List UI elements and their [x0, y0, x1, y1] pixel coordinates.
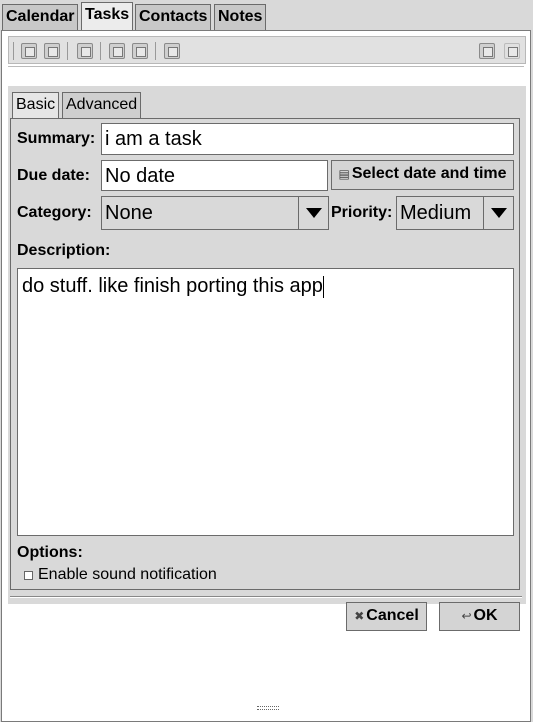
- priority-select[interactable]: Medium: [396, 196, 514, 230]
- calendar-icon: ▤: [338, 167, 350, 181]
- ok-button-label: OK: [473, 607, 498, 624]
- redo-icon[interactable]: [132, 43, 148, 59]
- chevron-down-icon: [491, 208, 507, 218]
- resize-grip[interactable]: [257, 706, 279, 710]
- divider: [10, 596, 522, 598]
- cancel-button[interactable]: ✖ Cancel: [346, 602, 427, 631]
- edit-task-icon[interactable]: [44, 43, 60, 59]
- description-textarea[interactable]: do stuff. like finish porting this app: [17, 268, 514, 536]
- tab-tasks[interactable]: Tasks: [81, 2, 134, 30]
- toolbar-separator: [67, 42, 68, 60]
- description-text: do stuff. like finish porting this app: [22, 275, 323, 297]
- tab-basic[interactable]: Basic: [12, 92, 60, 118]
- priority-value: Medium: [400, 202, 472, 224]
- tab-calendar[interactable]: Calendar: [2, 4, 79, 30]
- summary-input[interactable]: i am a task: [101, 123, 514, 155]
- priority-dropdown-arrow[interactable]: [483, 197, 513, 229]
- export-icon[interactable]: [164, 43, 180, 59]
- chevron-down-icon: [306, 208, 322, 218]
- toolbar-separator: [13, 42, 14, 60]
- cancel-icon: ✖: [354, 609, 365, 623]
- category-dropdown-arrow[interactable]: [298, 197, 328, 229]
- undo-icon[interactable]: [109, 43, 125, 59]
- ok-button[interactable]: ↩ OK: [439, 602, 520, 631]
- task-list-header: [8, 66, 524, 86]
- cancel-button-label: Cancel: [366, 607, 419, 624]
- tab-contacts[interactable]: Contacts: [135, 4, 212, 30]
- new-task-icon[interactable]: [21, 43, 37, 59]
- ok-icon: ↩: [461, 609, 472, 623]
- toolbar-separator: [100, 42, 101, 60]
- delete-task-icon[interactable]: [77, 43, 93, 59]
- category-value: None: [105, 202, 153, 224]
- due-date-input[interactable]: No date: [101, 160, 328, 191]
- category-select[interactable]: None: [101, 196, 329, 230]
- select-date-button-label: Select date and time: [351, 165, 507, 182]
- tab-notes[interactable]: Notes: [214, 4, 267, 30]
- toolbar-separator: [155, 42, 156, 60]
- priority-label: Priority:: [331, 204, 393, 221]
- sound-notification-checkbox[interactable]: [24, 571, 33, 580]
- network-icon: [504, 43, 520, 59]
- view-toggle-icon[interactable]: [479, 43, 495, 59]
- category-label: Category:: [17, 204, 92, 221]
- due-date-label: Due date:: [17, 167, 90, 184]
- options-label: Options:: [17, 544, 83, 561]
- select-date-button[interactable]: ▤ Select date and time: [331, 160, 514, 190]
- toolbar: [8, 36, 526, 64]
- summary-label: Summary:: [17, 130, 96, 147]
- tab-advanced[interactable]: Advanced: [62, 92, 142, 118]
- description-label: Description:: [17, 242, 111, 259]
- sound-notification-label[interactable]: Enable sound notification: [38, 566, 217, 584]
- text-caret: [322, 275, 324, 298]
